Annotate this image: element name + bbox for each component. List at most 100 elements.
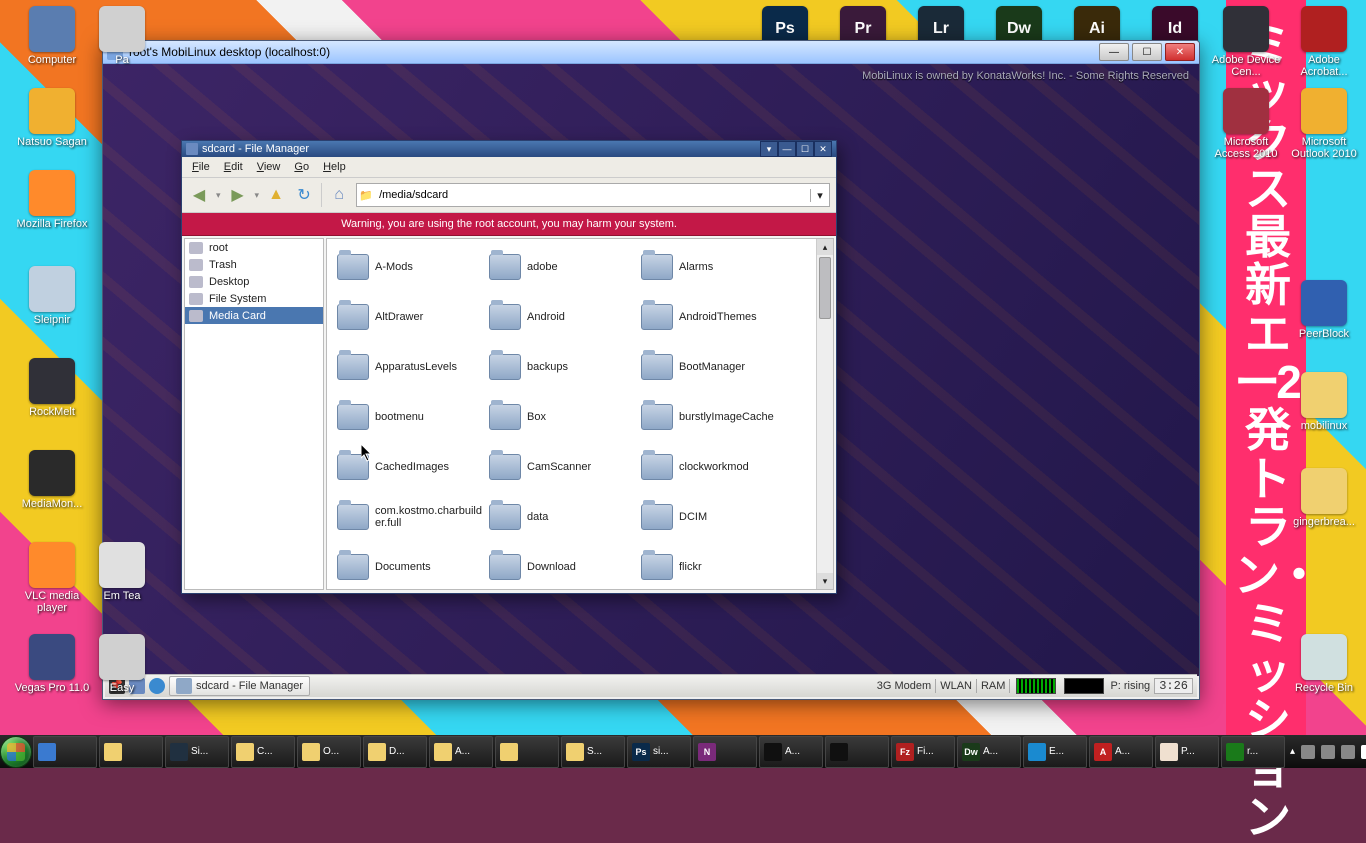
taskbar-button[interactable]: N — [693, 736, 757, 768]
desktop-icon[interactable]: PeerBlock — [1284, 280, 1364, 340]
taskbar-button[interactable]: S... — [561, 736, 625, 768]
folder-item[interactable]: data — [489, 497, 639, 537]
taskbar-button[interactable]: Pssi... — [627, 736, 691, 768]
menu-help[interactable]: Help — [317, 159, 352, 175]
taskbar-button[interactable]: A... — [759, 736, 823, 768]
vnc-titlebar[interactable]: root's MobiLinux desktop (localhost:0) —… — [103, 41, 1199, 64]
folder-item[interactable]: CamScanner — [489, 447, 639, 487]
x-clock[interactable]: 3:26 — [1154, 678, 1193, 694]
fm-min-button[interactable]: ▾ — [760, 141, 778, 157]
desktop-icon[interactable]: Microsoft Outlook 2010 — [1284, 88, 1364, 160]
menu-view[interactable]: View — [251, 159, 287, 175]
folder-item[interactable]: Box — [489, 397, 639, 437]
close-button[interactable]: ✕ — [1165, 43, 1195, 61]
taskbar-button[interactable]: DwA... — [957, 736, 1021, 768]
place-trash[interactable]: Trash — [185, 256, 323, 273]
folder-item[interactable]: BootManager — [641, 347, 791, 387]
start-button[interactable] — [0, 735, 32, 768]
place-desktop[interactable]: Desktop — [185, 273, 323, 290]
desktop-icon[interactable]: Adobe Acrobat... — [1284, 6, 1364, 78]
taskbar-button[interactable]: r... — [1221, 736, 1285, 768]
folder-item[interactable]: ApparatusLevels — [337, 347, 487, 387]
desktop-icon[interactable]: gingerbrea... — [1284, 468, 1364, 528]
menu-edit[interactable]: Edit — [218, 159, 249, 175]
desktop-icon[interactable]: Natsuo Sagan — [12, 88, 92, 148]
place-root[interactable]: root — [185, 239, 323, 256]
taskbar-button[interactable]: D... — [363, 736, 427, 768]
path-input[interactable] — [375, 189, 810, 201]
forward-button[interactable]: ▶ — [227, 184, 249, 206]
tray-3g[interactable]: 3G Modem — [877, 680, 931, 692]
back-button[interactable]: ◀ — [188, 184, 210, 206]
folder-item[interactable]: flickr — [641, 547, 791, 587]
taskbar-button[interactable]: P... — [1155, 736, 1219, 768]
folder-item[interactable]: A-Mods — [337, 247, 487, 287]
taskbar-button[interactable]: C... — [231, 736, 295, 768]
tray-wlan[interactable]: WLAN — [940, 680, 972, 692]
desktop-icon[interactable]: Adobe Device Cen... — [1206, 6, 1286, 78]
folder-item[interactable]: adobe — [489, 247, 639, 287]
fm-titlebar[interactable]: sdcard - File Manager ▾ — ☐ ✕ — [182, 141, 836, 157]
folder-item[interactable]: AltDrawer — [337, 297, 487, 337]
desktop-icon[interactable]: Vegas Pro 11.0 — [12, 634, 92, 694]
fm-close-button[interactable]: ✕ — [814, 141, 832, 157]
folder-item[interactable]: Android — [489, 297, 639, 337]
scroll-down-button[interactable]: ▾ — [817, 573, 833, 589]
x-desktop[interactable]: MobiLinux is owned by KonataWorks! Inc. … — [103, 64, 1199, 676]
desktop-icon[interactable]: MediaMon... — [12, 450, 92, 510]
folder-item[interactable]: bootmenu — [337, 397, 487, 437]
folder-view[interactable]: A-ModsadobeAlarms AltDrawerAndroidAndroid… — [326, 238, 834, 590]
taskbar-button[interactable] — [825, 736, 889, 768]
folder-item[interactable]: clockworkmod — [641, 447, 791, 487]
desktop-icon[interactable]: Computer — [12, 6, 92, 66]
tray-icon[interactable] — [1301, 745, 1315, 759]
scrollbar[interactable]: ▴ ▾ — [816, 239, 833, 589]
scroll-up-button[interactable]: ▴ — [817, 239, 833, 255]
reload-button[interactable]: ↻ — [293, 184, 315, 206]
desktop-icon[interactable]: Em Tea — [82, 542, 162, 602]
folder-item[interactable]: DCIM — [641, 497, 791, 537]
folder-item[interactable]: burstlyImageCache — [641, 397, 791, 437]
up-button[interactable]: ▲ — [265, 184, 287, 206]
desktop-icon[interactable]: Mozilla Firefox — [12, 170, 92, 230]
taskbar-button[interactable]: AA... — [1089, 736, 1153, 768]
path-dropdown[interactable]: ▾ — [810, 189, 829, 202]
folder-item[interactable]: CachedImages — [337, 447, 487, 487]
taskbar-button[interactable] — [33, 736, 97, 768]
desktop-icon[interactable]: Sleipnir — [12, 266, 92, 326]
place-media-card[interactable]: Media Card — [185, 307, 323, 324]
taskbar-button[interactable]: A... — [429, 736, 493, 768]
place-file-system[interactable]: File System — [185, 290, 323, 307]
menu-go[interactable]: Go — [288, 159, 315, 175]
home-button[interactable]: ⌂ — [328, 184, 350, 206]
tray-icon[interactable] — [1341, 745, 1355, 759]
desktop-icon[interactable]: VLC media player — [12, 542, 92, 614]
taskbar-button[interactable]: E... — [1023, 736, 1087, 768]
tray-expand-button[interactable]: ▴ — [1290, 746, 1295, 757]
desktop-icon[interactable]: Easy — [82, 634, 162, 694]
folder-item[interactable]: Download — [489, 547, 639, 587]
tray-icon[interactable] — [1321, 745, 1335, 759]
folder-item[interactable]: Documents — [337, 547, 487, 587]
volume-icon[interactable] — [1361, 745, 1366, 759]
taskbar-button[interactable]: FzFi... — [891, 736, 955, 768]
folder-item[interactable]: backups — [489, 347, 639, 387]
taskbar-button[interactable]: Si... — [165, 736, 229, 768]
folder-item[interactable]: Alarms — [641, 247, 791, 287]
min-button[interactable]: — — [1099, 43, 1129, 61]
fm-shade-button[interactable]: — — [778, 141, 796, 157]
taskbar-button[interactable] — [495, 736, 559, 768]
taskbar-button[interactable]: O... — [297, 736, 361, 768]
folder-item[interactable]: com.kostmo.charbuilder.full — [337, 497, 487, 537]
fm-max-button[interactable]: ☐ — [796, 141, 814, 157]
desktop-icon[interactable]: Recycle Bin — [1284, 634, 1364, 694]
menu-file[interactable]: File — [186, 159, 216, 175]
desktop-icon[interactable]: Pa — [82, 6, 162, 66]
folder-item[interactable]: AndroidThemes — [641, 297, 791, 337]
tray-pressure[interactable]: P: rising — [1110, 680, 1150, 692]
desktop-icon[interactable]: mobilinux — [1284, 372, 1364, 432]
desktop-icon[interactable]: RockMelt — [12, 358, 92, 418]
scroll-thumb[interactable] — [819, 257, 831, 319]
x-task-button[interactable]: sdcard - File Manager — [169, 676, 310, 696]
tray-ram[interactable]: RAM — [981, 680, 1005, 692]
